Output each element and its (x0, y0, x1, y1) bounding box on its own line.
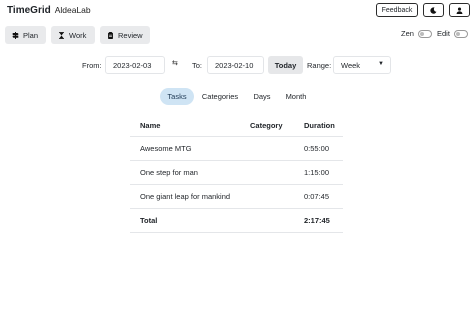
task-name: One giant leap for mankind (140, 192, 231, 201)
row-divider (130, 232, 343, 233)
task-duration: 1:15:00 (304, 168, 330, 177)
header-divider (130, 136, 343, 137)
edit-label: Edit (437, 29, 450, 38)
task-duration: 0:55:00 (304, 144, 330, 153)
plan-label: Plan (23, 30, 39, 40)
clipboard-icon (108, 31, 113, 39)
from-label: From: (82, 61, 102, 70)
column-header-category: Category (250, 121, 283, 130)
plan-button[interactable]: Plan (5, 26, 46, 44)
tab-days[interactable]: Days (249, 88, 275, 105)
row-divider (130, 184, 343, 185)
theme-toggle-button[interactable] (423, 3, 444, 17)
task-name: One step for man (140, 168, 198, 177)
task-duration: 0:07:45 (304, 192, 330, 201)
tab-month[interactable]: Month (281, 88, 311, 105)
edit-switch[interactable] (453, 29, 468, 38)
total-label: Total (140, 216, 158, 225)
signpost-icon (12, 31, 19, 39)
range-value: Week (341, 60, 361, 70)
range-select[interactable]: Week ▼ (333, 56, 391, 74)
zen-toggle[interactable]: Zen (401, 29, 432, 38)
user-icon (456, 7, 463, 14)
total-duration: 2:17:45 (304, 216, 330, 225)
app-name: TimeGrid (7, 5, 51, 16)
zen-switch[interactable] (417, 29, 432, 38)
moon-icon (430, 6, 437, 14)
edit-toggle[interactable]: Edit (437, 29, 468, 38)
to-label: To: (192, 61, 203, 70)
feedback-button[interactable]: Feedback (376, 3, 418, 17)
work-label: Work (69, 30, 87, 40)
swap-icon[interactable]: ⇆ (172, 59, 178, 67)
zen-label: Zen (401, 29, 414, 38)
range-label: Range: (307, 61, 332, 70)
chevron-down-icon: ▼ (378, 61, 384, 67)
row-divider (130, 160, 343, 161)
tab-tasks[interactable]: Tasks (160, 88, 194, 105)
column-header-duration: Duration (304, 121, 335, 130)
today-button[interactable]: Today (268, 56, 303, 74)
brand: TimeGrid AldeaLab (7, 5, 91, 19)
org-name: AldeaLab (54, 5, 91, 15)
to-date-input[interactable]: 2023-02-10 (207, 56, 264, 74)
from-date-input[interactable]: 2023-02-03 (105, 56, 165, 74)
column-header-name: Name (140, 121, 161, 130)
hourglass-icon (59, 31, 64, 39)
review-button[interactable]: Review (100, 26, 150, 44)
tab-categories[interactable]: Categories (198, 88, 242, 105)
task-name: Awesome MTG (140, 144, 192, 153)
review-label: Review (118, 30, 143, 40)
row-divider (130, 208, 343, 209)
work-button[interactable]: Work (51, 26, 95, 44)
profile-button[interactable] (449, 3, 470, 17)
